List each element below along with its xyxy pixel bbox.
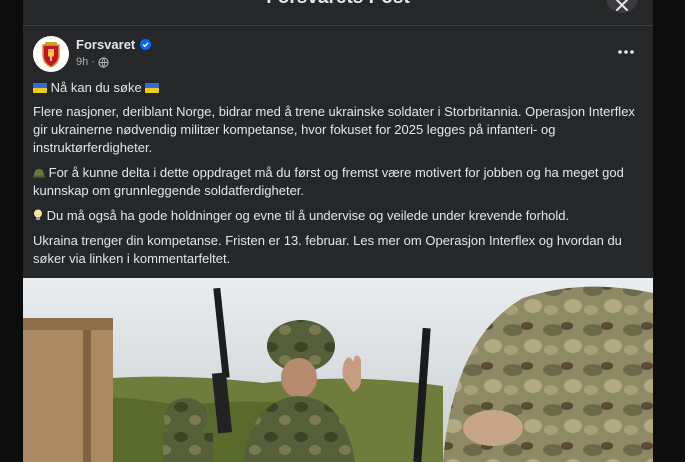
headline-text: Nå kan du søke <box>50 80 142 95</box>
ukraine-flag-icon <box>145 83 160 93</box>
author-name[interactable]: Forsvaret <box>76 37 135 52</box>
ukraine-flag-icon <box>33 83 47 93</box>
dialog-title: Forsvarets Post <box>23 0 653 9</box>
post-meta: 9h · <box>76 56 109 68</box>
post-paragraph-4: Ukraina trenger din kompetanse. Fristen … <box>33 233 622 266</box>
author-avatar[interactable] <box>33 36 69 72</box>
army-helmet-icon <box>33 169 45 178</box>
post-paragraph-3: Du må også ha gode holdninger og evne ti… <box>33 207 637 225</box>
author-row: Forsvaret <box>76 37 152 52</box>
more-options-button[interactable] <box>611 40 641 64</box>
post-time[interactable]: 9h <box>76 56 88 68</box>
post-paragraph-2: For å kunne delta i dette oppdraget må d… <box>33 165 624 198</box>
verified-badge-icon <box>140 39 152 50</box>
post-photo[interactable] <box>23 278 653 462</box>
post-dialog: Forsvarets Post Forsvaret 9h · <box>23 0 653 462</box>
dialog-header: Forsvarets Post <box>23 0 653 26</box>
globe-icon <box>98 56 109 68</box>
close-icon <box>616 0 628 11</box>
lightbulb-icon <box>34 209 42 220</box>
close-button[interactable] <box>606 0 638 13</box>
post-paragraph-1: Flere nasjoner, deriblant Norge, bidrar … <box>33 104 635 155</box>
more-options-icon <box>618 50 634 54</box>
forsvaret-logo-icon <box>33 36 69 72</box>
post-headline: Nå kan du søke <box>33 79 637 97</box>
soldiers-training-photo <box>23 278 653 462</box>
